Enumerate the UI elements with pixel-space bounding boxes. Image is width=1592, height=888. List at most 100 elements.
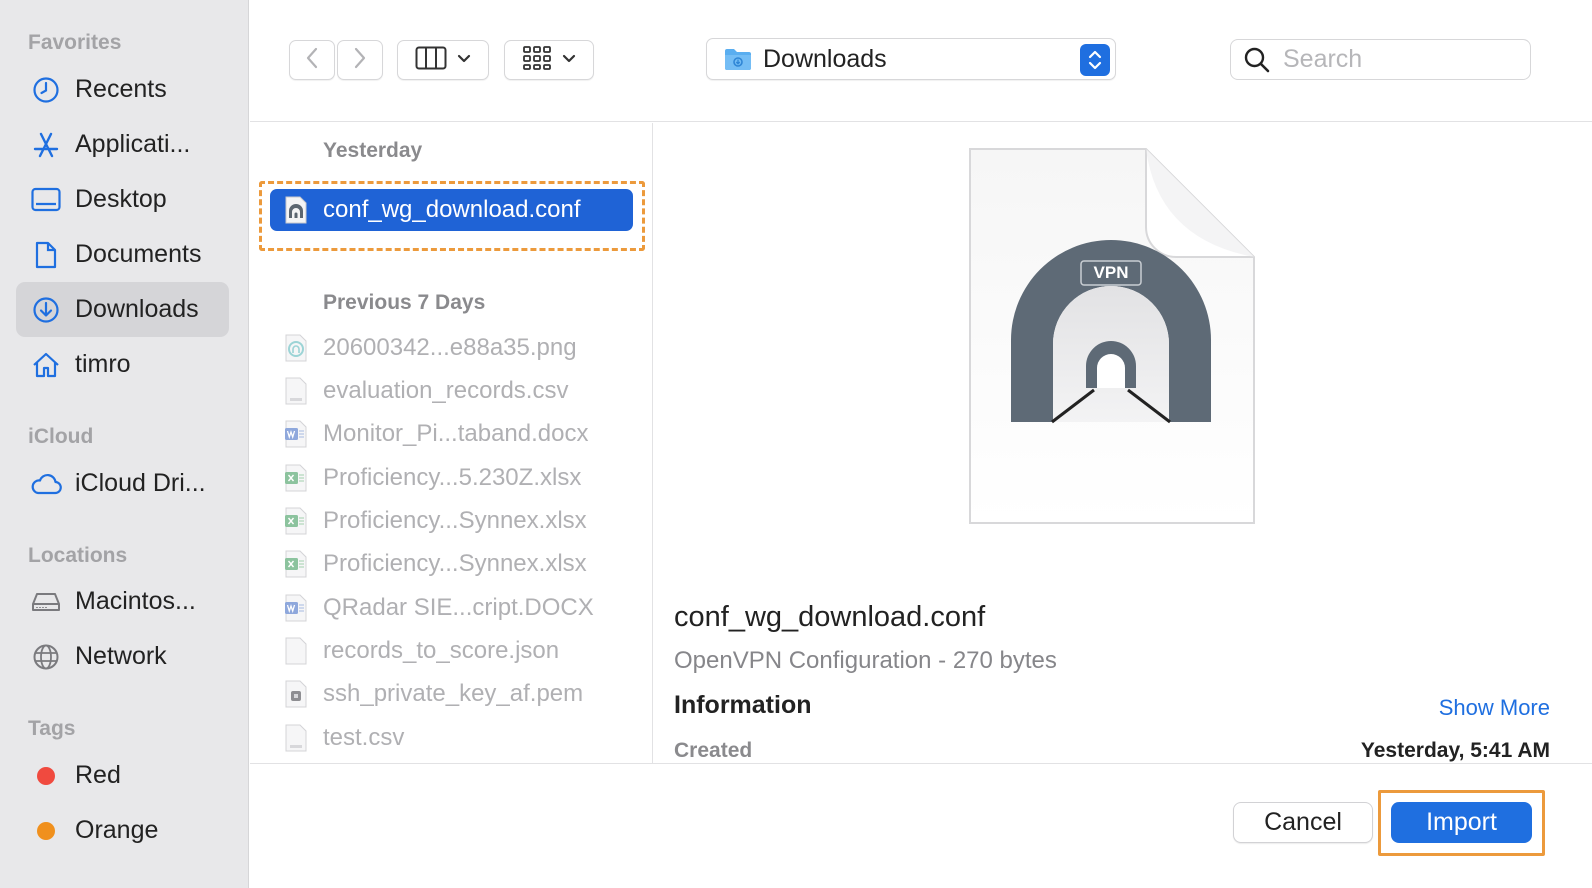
file-row[interactable]: Monitor_Pi...taband.docx <box>270 413 633 455</box>
information-header: Information <box>674 691 812 719</box>
forward-button[interactable] <box>337 40 383 80</box>
file-row[interactable]: test.csv <box>270 717 633 759</box>
sidebar-item-label: Downloads <box>75 295 199 323</box>
vpn-document-icon: VPN <box>966 145 1258 527</box>
group-button[interactable] <box>504 40 594 80</box>
preview-pane: VPN conf_wg_download.conf OpenVPN Config… <box>654 123 1592 763</box>
file-name: evaluation_records.csv <box>323 377 569 404</box>
sidebar-item-documents[interactable]: Documents <box>16 227 229 282</box>
sidebar-item-tag-orange[interactable]: Orange <box>16 803 229 858</box>
sidebar-item-label: Applicati... <box>75 130 191 158</box>
json-file-icon <box>284 637 308 665</box>
chevron-right-icon <box>353 47 367 74</box>
file-row[interactable]: Proficiency...5.230Z.xlsx <box>270 457 633 499</box>
sidebar-item-label: timro <box>75 350 131 378</box>
location-popup-label: Downloads <box>763 44 887 73</box>
downloads-icon <box>30 294 62 326</box>
chevron-down-icon <box>457 51 471 69</box>
key-file-icon <box>284 680 308 708</box>
chevron-down-icon <box>562 51 576 69</box>
file-name: 20600342...e88a35.png <box>323 334 577 361</box>
sidebar-header-tags: Tags <box>28 717 76 740</box>
sidebar-item-desktop[interactable]: Desktop <box>16 172 229 227</box>
file-row[interactable]: evaluation_records.csv <box>270 370 633 412</box>
file-name: Proficiency...5.230Z.xlsx <box>323 464 582 491</box>
sidebar-item-network[interactable]: Network <box>16 629 229 684</box>
tag-dot-icon <box>30 760 62 792</box>
file-name: test.csv <box>323 724 405 751</box>
tag-dot-icon <box>30 815 62 847</box>
file-name: conf_wg_download.conf <box>323 196 581 223</box>
back-button[interactable] <box>289 40 335 80</box>
sidebar-item-home[interactable]: timro <box>16 337 229 392</box>
file-row[interactable]: Proficiency...Synnex.xlsx <box>270 543 633 585</box>
sidebar-header-locations: Locations <box>28 544 128 567</box>
cloud-icon <box>30 468 62 500</box>
excel-file-icon <box>284 464 308 492</box>
sidebar-item-tag-red[interactable]: Red <box>16 748 229 803</box>
sidebar-item-label: iCloud Dri... <box>75 469 206 497</box>
file-row-selected[interactable]: conf_wg_download.conf <box>270 189 633 231</box>
file-row[interactable]: records_to_score.json <box>270 630 633 672</box>
home-icon <box>30 349 62 381</box>
sidebar-header-icloud: iCloud <box>28 425 94 448</box>
sidebar-item-label: Macintos... <box>75 587 196 615</box>
sidebar-item-macintosh-hd[interactable]: Macintos... <box>16 574 229 629</box>
sidebar-item-downloads[interactable]: Downloads <box>16 282 229 337</box>
sidebar-header-favorites: Favorites <box>28 31 122 54</box>
csv-file-icon <box>284 377 308 405</box>
toolbar: Downloads <box>250 0 1592 122</box>
sidebar-item-label: Desktop <box>75 185 167 213</box>
import-button[interactable]: Import <box>1391 802 1532 843</box>
csv-file-icon <box>284 724 308 752</box>
excel-file-icon <box>284 507 308 535</box>
sidebar-item-label: Red <box>75 761 121 789</box>
chevron-left-icon <box>305 47 319 74</box>
file-name: records_to_score.json <box>323 637 560 664</box>
sidebar: Favorites Recents Applicati... Desktop D… <box>0 0 249 888</box>
sidebar-item-applications[interactable]: Applicati... <box>16 117 229 172</box>
sidebar-item-label: Network <box>75 642 167 670</box>
search-icon <box>1243 46 1271 74</box>
group-header-previous-7-days: Previous 7 Days <box>323 291 486 314</box>
applications-icon <box>30 129 62 161</box>
word-file-icon <box>284 594 308 622</box>
sidebar-item-recents[interactable]: Recents <box>16 62 229 117</box>
file-row[interactable]: ssh_private_key_af.pem <box>270 673 633 715</box>
file-name: QRadar SIE...cript.DOCX <box>323 594 594 621</box>
view-mode-button[interactable] <box>397 40 489 80</box>
preview-file-kind: OpenVPN Configuration - 270 bytes <box>674 647 1057 674</box>
group-header-yesterday: Yesterday <box>323 139 423 162</box>
columns-icon <box>415 46 447 75</box>
file-name: Monitor_Pi...taband.docx <box>323 420 589 447</box>
sidebar-item-label: Orange <box>75 816 159 844</box>
desktop-icon <box>30 184 62 216</box>
dialog-footer: Cancel Import <box>250 763 1592 888</box>
file-name: ssh_private_key_af.pem <box>323 680 584 707</box>
file-row[interactable]: 20600342...e88a35.png <box>270 327 633 369</box>
search-field[interactable] <box>1230 39 1531 80</box>
sidebar-item-icloud-drive[interactable]: iCloud Dri... <box>16 456 229 511</box>
clock-icon <box>30 74 62 106</box>
file-row[interactable]: QRadar SIE...cript.DOCX <box>270 587 633 629</box>
popup-stepper-icon <box>1080 44 1110 76</box>
document-icon <box>30 239 62 271</box>
image-file-icon <box>284 334 308 362</box>
location-popup[interactable]: Downloads <box>706 38 1116 80</box>
word-file-icon <box>284 420 308 448</box>
globe-icon <box>30 641 62 673</box>
cancel-button[interactable]: Cancel <box>1233 802 1373 843</box>
grid-icon <box>522 45 552 76</box>
file-name: Proficiency...Synnex.xlsx <box>323 507 587 534</box>
vpn-badge: VPN <box>1093 263 1129 282</box>
folder-icon <box>723 46 753 72</box>
preview-file-name: conf_wg_download.conf <box>674 601 986 633</box>
vpn-file-icon <box>284 196 308 224</box>
file-list: Yesterday conf_wg_download.conf Previous… <box>250 123 653 763</box>
file-row[interactable]: Proficiency...Synnex.xlsx <box>270 500 633 542</box>
created-value: Yesterday, 5:41 AM <box>1360 739 1550 762</box>
search-input[interactable] <box>1283 45 1513 74</box>
file-name: Proficiency...Synnex.xlsx <box>323 550 587 577</box>
excel-file-icon <box>284 550 308 578</box>
show-more-link[interactable]: Show More <box>1439 695 1550 721</box>
